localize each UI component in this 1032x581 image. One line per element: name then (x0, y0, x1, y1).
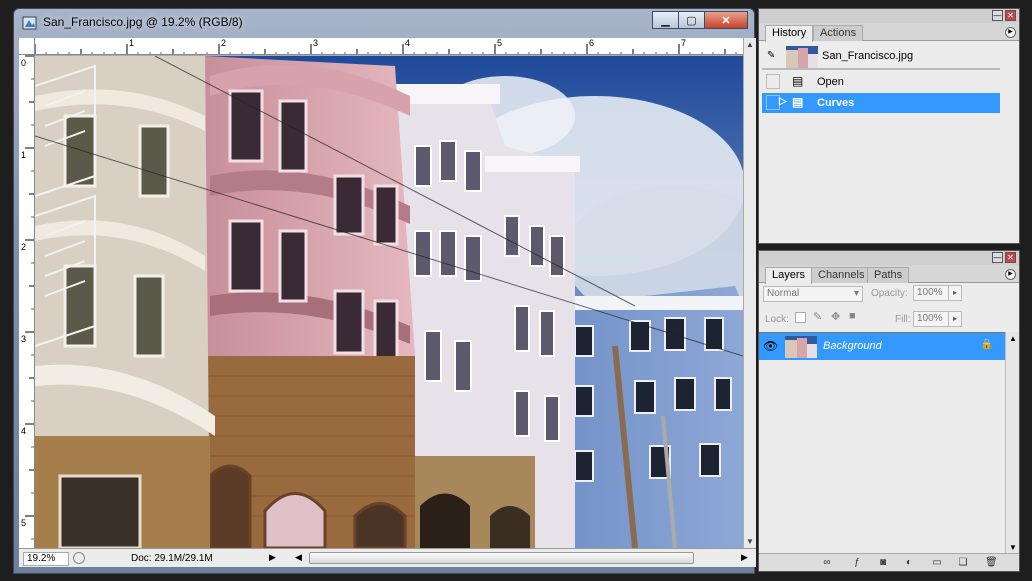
opacity-slider-arrow-icon[interactable]: ▸ (948, 285, 962, 301)
snapshot-thumbnail (786, 46, 818, 68)
lock-brush-icon[interactable]: ✎ (813, 310, 822, 323)
photoshop-doc-icon (22, 16, 37, 30)
horizontal-scroll-thumb[interactable] (309, 552, 694, 564)
panel-minimize-icon[interactable]: — (992, 252, 1003, 263)
history-source-box[interactable] (766, 74, 780, 89)
panel-close-icon[interactable]: ✕ (1005, 252, 1016, 263)
lock-all-icon[interactable]: ■ (849, 310, 856, 322)
maximize-button[interactable]: ▢ (678, 11, 705, 29)
scroll-down-arrow-icon[interactable]: ▼ (746, 537, 754, 546)
ruler-label: 7 (681, 38, 687, 48)
fill-label: Fill: (895, 314, 911, 325)
snapshot-brush-icon[interactable]: ✎ (767, 50, 775, 61)
zoom-field[interactable]: 19.2% (23, 552, 69, 566)
adjustment-layer-icon[interactable]: ◐ (903, 557, 915, 569)
layer-lock-icon: 🔒 (980, 339, 993, 350)
vertical-ruler[interactable]: 0 1 2 3 4 5 (19, 55, 35, 548)
link-layers-icon[interactable]: ∞ (821, 557, 833, 569)
ruler-label: 5 (21, 518, 27, 528)
ruler-label: 5 (497, 38, 503, 48)
new-layer-icon[interactable]: ❏ (957, 557, 969, 569)
ruler-label: 6 (589, 38, 595, 48)
fill-slider-arrow-icon[interactable]: ▸ (948, 311, 962, 327)
layers-bottom-bar: ∞ ƒ ◙ ◐ ▭ ❏ 🗑 (759, 553, 1019, 571)
lock-label: Lock: (765, 314, 789, 325)
fill-field[interactable]: 100% (913, 311, 949, 327)
blend-mode-select[interactable]: Normal ▾ (763, 286, 863, 302)
layer-style-icon[interactable]: ƒ (851, 557, 863, 569)
vertical-scrollbar[interactable]: ▲ ▼ (743, 38, 756, 548)
scroll-up-arrow-icon[interactable]: ▲ (1009, 334, 1017, 343)
ruler-label: 2 (21, 242, 27, 252)
ruler-label: 0 (21, 58, 27, 68)
history-source-box[interactable] (766, 95, 780, 110)
layers-scrollbar[interactable]: ▲ ▼ (1005, 332, 1019, 554)
ruler-label: 4 (405, 38, 411, 48)
image-canvas[interactable] (35, 56, 743, 548)
scroll-right-arrow-icon[interactable]: ▶ (741, 552, 748, 563)
ruler-ticks (25, 55, 34, 540)
lock-transparency-icon[interactable] (795, 312, 806, 323)
document-window: San_Francisco.jpg @ 19.2% (RGB/8) ▁ ▢ ✕ (13, 8, 756, 574)
ruler-label: 2 (221, 38, 227, 48)
history-state-slider-icon[interactable]: ▷ (779, 96, 787, 107)
tab-history[interactable]: History (765, 25, 814, 42)
doc-size: Doc: 29.1M/29.1M (131, 553, 213, 564)
tab-actions[interactable]: Actions (813, 25, 864, 41)
history-step-icon: ▤ (792, 74, 804, 88)
history-snapshot[interactable]: ✎ San_Francisco.jpg (762, 44, 1000, 70)
history-tabs: History Actions ▶ (759, 23, 1019, 42)
lock-move-icon[interactable]: ✥ (831, 310, 840, 323)
layer-thumbnail (785, 336, 817, 358)
panel-minimize-icon[interactable]: — (992, 10, 1003, 21)
trash-icon[interactable]: 🗑 (985, 557, 998, 569)
chevron-down-icon: ▾ (853, 288, 859, 299)
layer-mask-icon[interactable]: ◙ (877, 557, 889, 569)
san-francisco-photo (35, 56, 743, 548)
scroll-up-arrow-icon[interactable]: ▲ (746, 40, 754, 49)
document-title-bar[interactable]: San_Francisco.jpg @ 19.2% (RGB/8) ▁ ▢ ✕ (14, 9, 754, 37)
panel-titlebar[interactable]: — ✕ (759, 251, 1019, 265)
scroll-down-arrow-icon[interactable]: ▼ (1009, 543, 1017, 552)
history-panel: — ✕ History Actions ▶ ✎ San_Francisco.jp… (758, 8, 1020, 244)
history-item-curves[interactable]: ▷ ▤ Curves (762, 93, 1000, 113)
layers-panel: — ✕ Layers Channels Paths ▶ Normal ▾ Opa… (758, 250, 1020, 572)
document-title: San_Francisco.jpg @ 19.2% (RGB/8) (43, 15, 243, 29)
close-button[interactable]: ✕ (704, 11, 748, 29)
opacity-label: Opacity: (871, 288, 908, 299)
panel-menu-icon[interactable]: ▶ (1005, 27, 1016, 38)
new-group-icon[interactable]: ▭ (931, 557, 943, 569)
history-item-label: Curves (817, 97, 855, 109)
layer-name: Background (823, 340, 882, 352)
history-item-open[interactable]: ▤ Open (762, 72, 1000, 92)
tab-paths[interactable]: Paths (867, 267, 910, 283)
ruler-label: 1 (21, 150, 27, 160)
history-step-icon: ▤ (792, 95, 804, 109)
status-info-icon[interactable] (73, 552, 85, 564)
minimize-button[interactable]: ▁ (652, 11, 679, 29)
ruler-label: 3 (21, 334, 27, 344)
scroll-left-arrow-icon[interactable]: ◀ (295, 552, 302, 563)
ruler-label: 4 (21, 426, 27, 436)
tab-channels[interactable]: Channels (811, 267, 872, 283)
tab-layers[interactable]: Layers (765, 267, 813, 284)
status-menu-arrow-icon[interactable]: ▶ (269, 552, 276, 563)
layer-row-background[interactable]: 👁 Background 🔒 (759, 332, 1005, 360)
layers-tabs: Layers Channels Paths ▶ (759, 265, 1019, 284)
snapshot-label: San_Francisco.jpg (822, 50, 914, 62)
opacity-field[interactable]: 100% (913, 285, 949, 301)
ruler-ticks (35, 44, 737, 54)
eye-icon[interactable]: 👁 (763, 339, 778, 353)
ruler-origin[interactable] (19, 38, 35, 55)
status-bar: 19.2% Doc: 29.1M/29.1M ▶ ◀ ▶ (19, 548, 756, 567)
ruler-label: 3 (313, 38, 319, 48)
blend-mode-value: Normal (767, 288, 800, 299)
ruler-label: 1 (129, 38, 135, 48)
panel-menu-icon[interactable]: ▶ (1005, 269, 1016, 280)
horizontal-ruler[interactable]: 1 2 3 4 5 6 7 (35, 38, 743, 55)
history-item-label: Open (817, 76, 844, 88)
panel-titlebar[interactable]: — ✕ (759, 9, 1019, 23)
panel-close-icon[interactable]: ✕ (1005, 10, 1016, 21)
